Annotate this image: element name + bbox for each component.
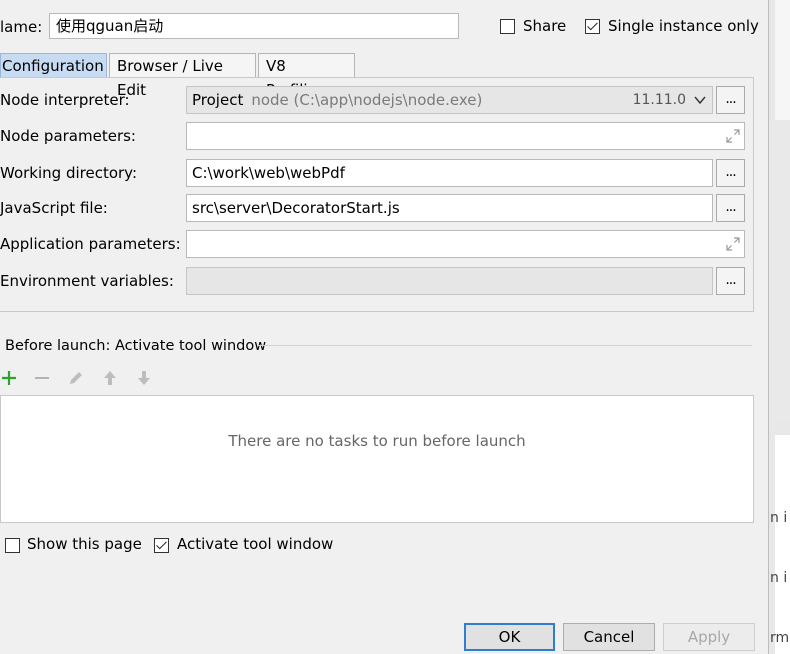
working-directory-label: Working directory: xyxy=(0,164,138,182)
expand-icon[interactable] xyxy=(726,237,740,251)
node-interpreter-browse-button[interactable]: ... xyxy=(716,86,745,114)
activate-tool-window-checkbox[interactable] xyxy=(154,538,169,553)
share-checkbox[interactable] xyxy=(500,19,515,34)
ok-button[interactable]: OK xyxy=(464,623,555,651)
plus-icon[interactable] xyxy=(0,369,18,387)
node-parameters-label: Node parameters: xyxy=(0,127,136,145)
interpreter-project: Project xyxy=(192,91,244,109)
node-interpreter-select[interactable]: Project node (C:\app\nodejs\node.exe) 11.… xyxy=(186,86,713,114)
working-directory-input[interactable]: C:\work\web\webPdf xyxy=(186,159,713,187)
node-parameters-input[interactable] xyxy=(186,122,745,150)
arrow-up-icon[interactable] xyxy=(101,369,119,387)
environment-variables-input[interactable] xyxy=(186,267,713,295)
pencil-icon[interactable] xyxy=(67,369,85,387)
background-text-fragment: n i xyxy=(770,510,788,526)
arrow-down-icon[interactable] xyxy=(135,369,153,387)
minus-icon[interactable] xyxy=(33,369,51,387)
share-label: Share xyxy=(523,17,567,35)
before-launch-label: Before launch: Activate tool window xyxy=(5,338,267,354)
empty-tasks-message: There are no tasks to run before launch xyxy=(228,432,526,450)
before-launch-task-list[interactable]: There are no tasks to run before launch xyxy=(0,395,754,523)
environment-variables-label: Environment variables: xyxy=(0,272,174,290)
single-instance-checkbox[interactable] xyxy=(585,19,600,34)
javascript-file-label: JavaScript file: xyxy=(0,199,108,217)
application-parameters-input[interactable] xyxy=(186,230,745,258)
interpreter-path: node (C:\app\nodejs\node.exe) xyxy=(251,91,483,109)
application-parameters-label: Application parameters: xyxy=(0,235,181,253)
tab-configuration[interactable]: Configuration xyxy=(0,53,107,77)
node-interpreter-label: Node interpreter: xyxy=(0,91,130,109)
name-input[interactable]: 使用qguan启动 xyxy=(49,13,459,39)
tab-browser-live-edit[interactable]: Browser / Live Edit xyxy=(109,53,256,99)
javascript-file-input[interactable]: src\server\DecoratorStart.js xyxy=(186,194,713,222)
javascript-file-browse-button[interactable]: ... xyxy=(716,194,745,222)
cancel-button[interactable]: Cancel xyxy=(563,623,655,651)
show-page-checkbox[interactable] xyxy=(5,538,20,553)
divider xyxy=(258,345,752,346)
background-text-fragment: rm xyxy=(770,630,790,646)
apply-button[interactable]: Apply xyxy=(663,623,755,651)
window-edge xyxy=(768,0,790,654)
single-instance-label: Single instance only xyxy=(608,17,759,35)
show-page-label: Show this page xyxy=(27,535,142,553)
name-label: lame: xyxy=(0,18,43,36)
activate-tool-window-label: Activate tool window xyxy=(177,535,334,553)
background-text-fragment: n i xyxy=(770,570,788,586)
working-directory-browse-button[interactable]: ... xyxy=(716,159,745,187)
expand-icon[interactable] xyxy=(726,129,740,143)
interpreter-version: 11.11.0 xyxy=(632,92,686,108)
environment-variables-browse-button[interactable]: ... xyxy=(716,267,745,295)
chevron-down-icon xyxy=(694,96,706,105)
tab-v8-profiling[interactable]: V8 Profiling xyxy=(258,53,355,99)
